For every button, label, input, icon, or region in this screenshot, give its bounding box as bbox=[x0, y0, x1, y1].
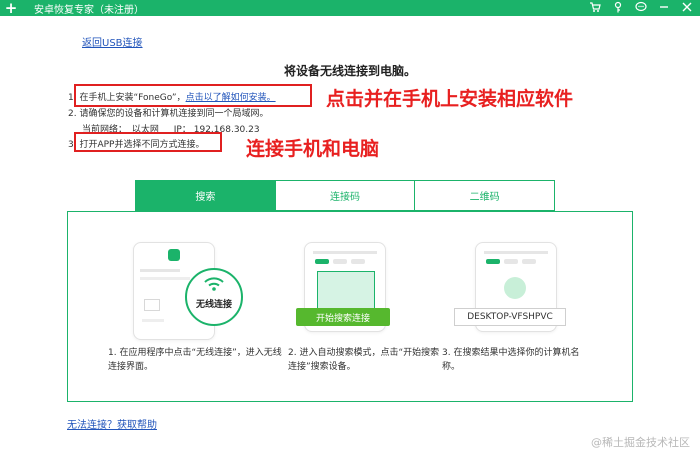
chat-icon[interactable] bbox=[634, 1, 648, 15]
logo-plus-icon: + bbox=[4, 0, 18, 17]
back-usb-link[interactable]: 返回USB连接 bbox=[82, 34, 143, 49]
fonego-app-icon bbox=[168, 249, 180, 261]
start-search-button[interactable]: 开始搜索连接 bbox=[296, 308, 390, 326]
phone-tab bbox=[333, 259, 347, 264]
window-controls bbox=[588, 0, 694, 16]
annotation-box-connect bbox=[74, 132, 222, 152]
wifi-icon bbox=[204, 277, 224, 291]
step-caption-3: 3. 在搜索结果中选择你的计算机名称。 bbox=[442, 348, 580, 372]
title-bar: + 安卓恢复专家（未注册） bbox=[0, 0, 700, 16]
step-2-num: 2. bbox=[68, 109, 77, 119]
help-link[interactable]: 无法连接？获取帮助 bbox=[67, 416, 157, 431]
phone-tab bbox=[504, 259, 518, 264]
window-title: 安卓恢复专家（未注册） bbox=[34, 4, 144, 16]
search-result-circle bbox=[504, 277, 526, 299]
phone-tab bbox=[351, 259, 365, 264]
phone-line bbox=[140, 269, 180, 272]
connection-tabs: 搜索 连接码 二维码 bbox=[135, 180, 556, 211]
tab-connection-code[interactable]: 连接码 bbox=[274, 180, 415, 211]
instruction-panel: 无线连接 1. 在应用程序中点击“无线连接”，进入无线连接界面。 开始搜索连接 … bbox=[67, 211, 633, 402]
minimize-icon[interactable] bbox=[657, 1, 671, 15]
key-icon[interactable] bbox=[611, 1, 625, 15]
usb-option-icon bbox=[144, 299, 160, 311]
tab-search[interactable]: 搜索 bbox=[135, 180, 275, 211]
phone-line bbox=[313, 251, 377, 254]
phone-tab bbox=[486, 259, 500, 264]
phone-illustration bbox=[317, 271, 375, 311]
phone-line bbox=[142, 319, 164, 322]
step-2: 2. 请确保您的设备和计算机连接到同一个局域网。 bbox=[68, 106, 268, 119]
step-caption-1: 1. 在应用程序中点击“无线连接”，进入无线连接界面。 bbox=[108, 348, 282, 372]
phone-tab bbox=[522, 259, 536, 264]
wifi-connect-label: 无线连接 bbox=[195, 300, 232, 310]
watermark: @稀土掘金技术社区 bbox=[591, 436, 690, 449]
annotation-box-install bbox=[74, 84, 312, 107]
phone-tab bbox=[315, 259, 329, 264]
device-name-field[interactable]: DESKTOP-VFSHPVC bbox=[454, 308, 566, 326]
close-icon[interactable] bbox=[680, 1, 694, 15]
tab-qr-code[interactable]: 二维码 bbox=[414, 180, 556, 211]
phone-line bbox=[484, 251, 548, 254]
wifi-connect-circle: 无线连接 bbox=[185, 268, 243, 326]
step-caption-2: 2. 进入自动搜索模式，点击“开始搜索连接”搜索设备。 bbox=[288, 348, 440, 372]
step-2-text: 请确保您的设备和计算机连接到同一个局域网。 bbox=[79, 109, 269, 119]
annotation-connect-text: 连接手机和电脑 bbox=[246, 138, 380, 160]
annotation-install-text: 点击并在手机上安装相应软件 bbox=[326, 88, 574, 110]
cart-icon[interactable] bbox=[588, 1, 602, 15]
phone-line bbox=[140, 277, 190, 280]
page-title: 将设备无线连接到电脑。 bbox=[283, 64, 416, 78]
